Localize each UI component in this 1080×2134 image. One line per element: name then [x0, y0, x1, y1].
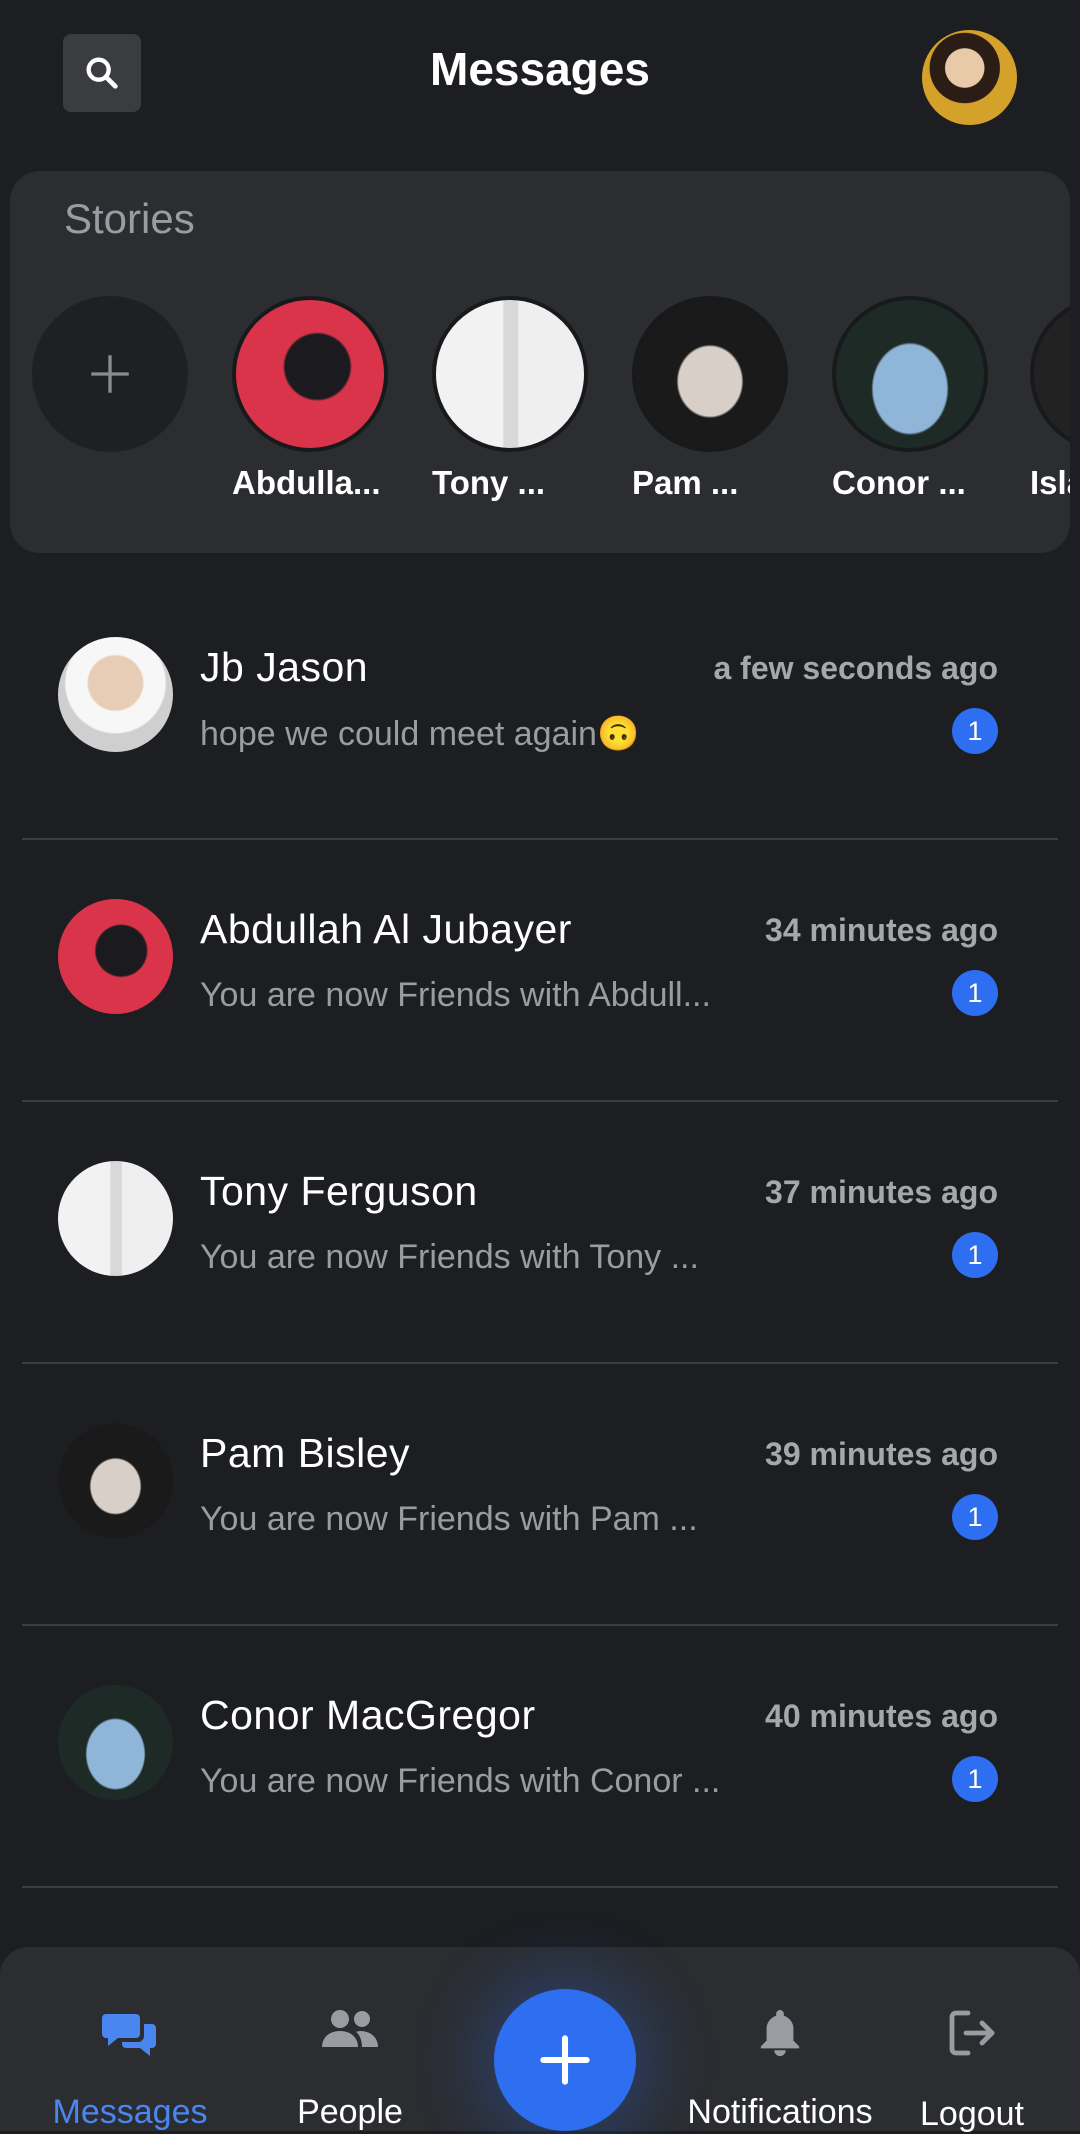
unread-badge: 1: [952, 970, 998, 1016]
page-title: Messages: [430, 43, 650, 95]
contact-name: Abdullah Al Jubayer: [200, 906, 572, 952]
unread-badge: 1: [952, 1232, 998, 1278]
story-item[interactable]: Conor ...: [832, 296, 1012, 501]
story-name: Tony ...: [432, 464, 546, 501]
app-header: Messages: [0, 0, 1080, 150]
story-avatar[interactable]: [432, 296, 588, 452]
story-avatar[interactable]: [1030, 296, 1070, 452]
story-avatar[interactable]: [632, 296, 788, 452]
message-time: 37 minutes ago: [765, 1174, 998, 1210]
message-time: a few seconds ago: [713, 650, 998, 686]
conversation-row[interactable]: Abdullah Al Jubayer You are now Friends …: [22, 840, 1058, 1102]
add-story-circle[interactable]: [32, 296, 188, 452]
conversation-row[interactable]: Pam Bisley You are now Friends with Pam …: [22, 1364, 1058, 1626]
plus-icon: [91, 355, 129, 393]
nav-notifications[interactable]: Notifications: [680, 1947, 880, 2131]
story-avatar[interactable]: [232, 296, 388, 452]
message-time: 40 minutes ago: [765, 1698, 998, 1734]
logout-icon: [949, 2010, 995, 2056]
profile-avatar[interactable]: [922, 30, 1017, 125]
last-message: hope we could meet again🙃: [200, 715, 640, 753]
conversation-row[interactable]: Tony Ferguson You are now Friends with T…: [22, 1102, 1058, 1364]
nav-label: Logout: [920, 2095, 1024, 2133]
contact-name: Jb Jason: [200, 644, 369, 690]
stories-panel: Stories Abdulla... Tony ... Pam ... Cono…: [10, 171, 1070, 553]
nav-messages[interactable]: Messages: [40, 1947, 220, 2131]
conversation-row[interactable]: Jb Jason hope we could meet again🙃 a few…: [22, 578, 1058, 840]
people-icon: [322, 2010, 378, 2047]
unread-badge: 1: [952, 1756, 998, 1802]
avatar: [58, 637, 173, 752]
nav-label: Messages: [52, 2093, 208, 2131]
last-message: You are now Friends with Abdull...: [200, 976, 711, 1014]
stories-title: Stories: [64, 195, 195, 242]
contact-name: Pam Bisley: [200, 1430, 411, 1476]
story-avatar[interactable]: [832, 296, 988, 452]
chat-bubbles-icon: [102, 2014, 156, 2056]
story-name: Isla: [1030, 464, 1070, 501]
contact-name: Tony Ferguson: [200, 1168, 478, 1214]
nav-logout[interactable]: Logout: [892, 1947, 1052, 2133]
story-name: Pam ...: [632, 464, 739, 501]
unread-badge: 1: [952, 708, 998, 754]
add-story-button[interactable]: [32, 296, 212, 452]
new-message-button[interactable]: [494, 1989, 636, 2131]
bell-icon: [760, 2010, 800, 2056]
avatar: [58, 899, 173, 1014]
plus-icon: [540, 2035, 590, 2085]
conversation-row[interactable]: Conor MacGregor You are now Friends with…: [22, 1626, 1058, 1888]
story-item[interactable]: Tony ...: [432, 296, 612, 501]
avatar: [58, 1685, 173, 1800]
avatar: [58, 1423, 173, 1538]
unread-badge: 1: [952, 1494, 998, 1540]
story-item[interactable]: Abdulla...: [232, 296, 412, 501]
contact-name: Conor MacGregor: [200, 1692, 536, 1738]
nav-label: People: [297, 2093, 403, 2131]
last-message: You are now Friends with Conor ...: [200, 1762, 721, 1800]
story-name: Conor ...: [832, 464, 966, 501]
story-item[interactable]: Pam ...: [632, 296, 812, 501]
message-time: 39 minutes ago: [765, 1436, 998, 1472]
nav-label: Notifications: [687, 2093, 873, 2131]
last-message: You are now Friends with Tony ...: [200, 1238, 699, 1276]
message-time: 34 minutes ago: [765, 912, 998, 948]
avatar: [58, 1161, 173, 1276]
nav-people[interactable]: People: [260, 1947, 440, 2131]
last-message: You are now Friends with Pam ...: [200, 1500, 698, 1538]
story-item[interactable]: Isla: [1030, 296, 1070, 501]
story-name: Abdulla...: [232, 464, 381, 501]
